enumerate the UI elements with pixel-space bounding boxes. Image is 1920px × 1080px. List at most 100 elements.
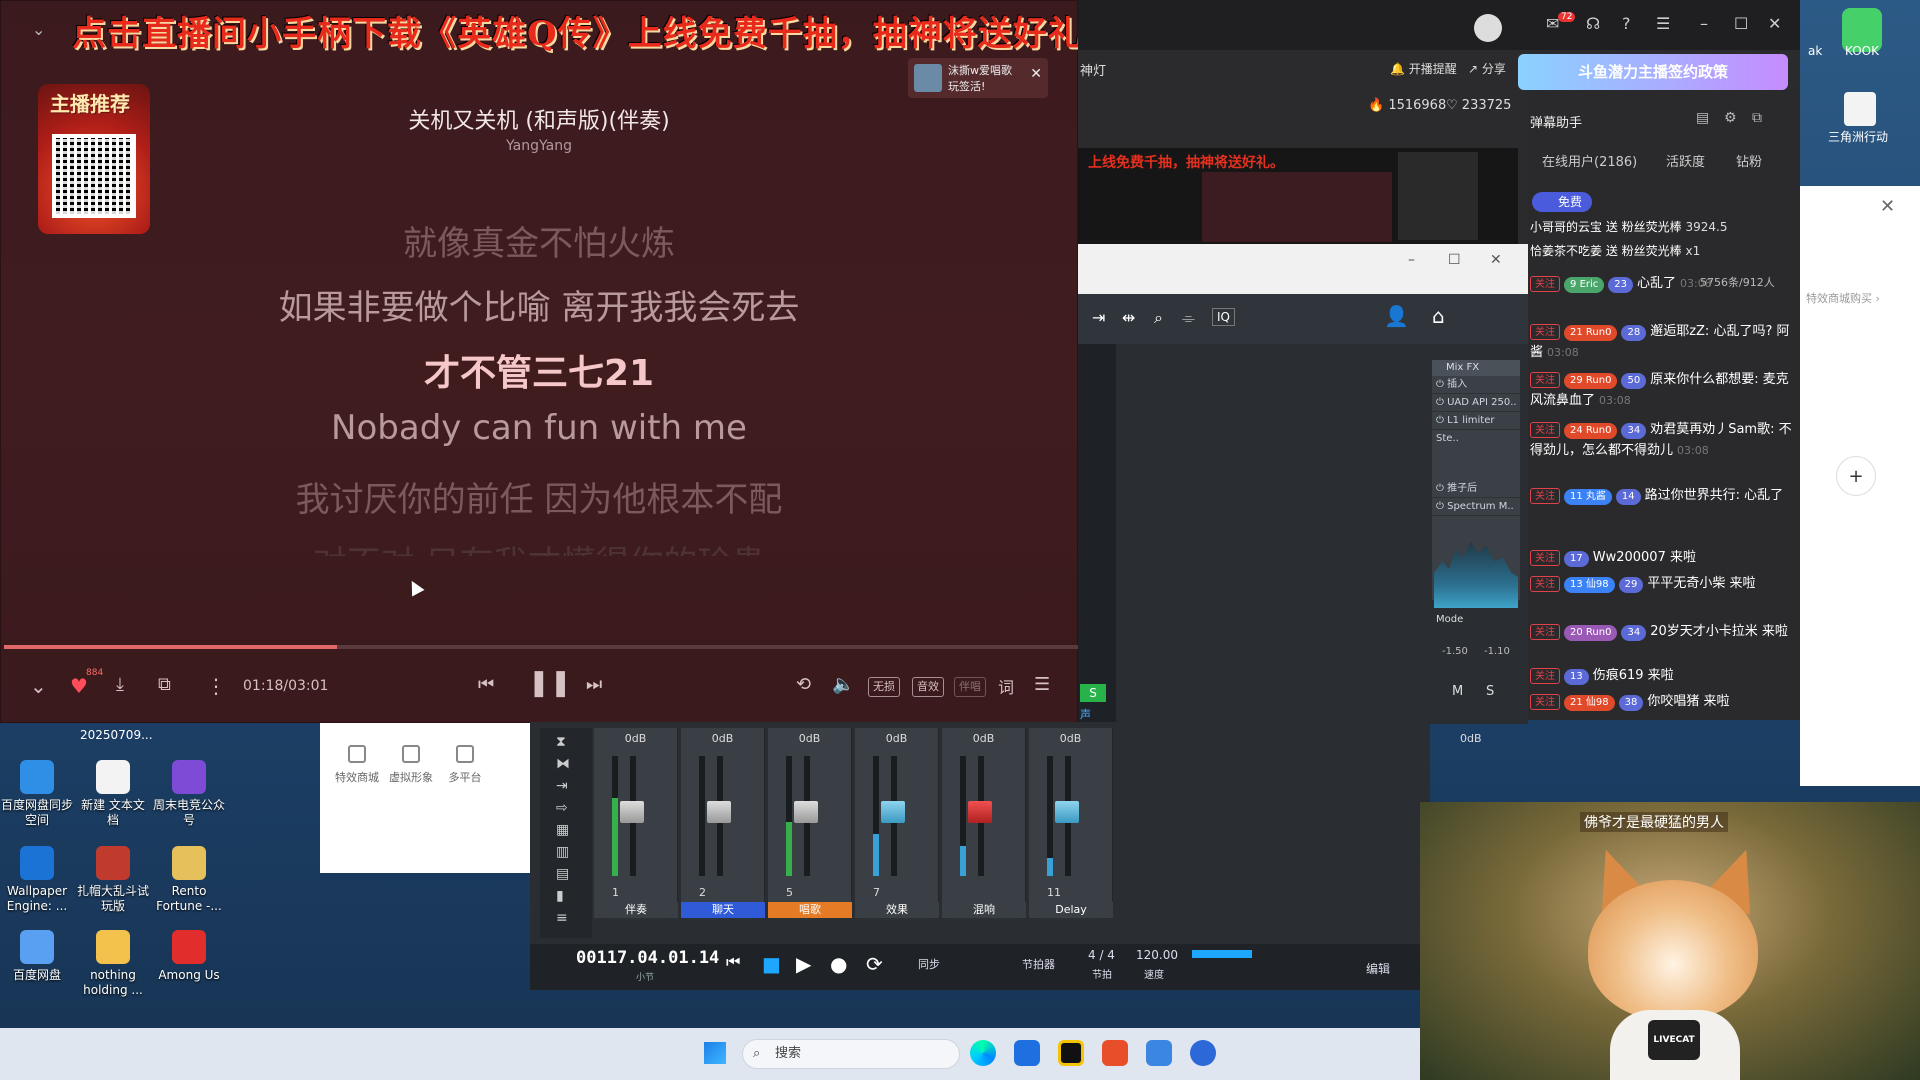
channel-fader[interactable] xyxy=(707,801,731,823)
channel-label[interactable]: 聊天 xyxy=(681,902,765,918)
backing-vocal-button[interactable]: 伴唱 xyxy=(954,677,986,697)
pan-left[interactable]: -1.50 xyxy=(1442,646,1468,657)
playlist-icon[interactable]: ☰ xyxy=(1034,674,1050,695)
desktop-icon[interactable]: 扎帽大乱斗试玩版 xyxy=(76,846,150,914)
desktop-icon[interactable]: 周末电竞公众号 xyxy=(152,760,226,828)
menu-icon[interactable]: ☰ xyxy=(1656,14,1670,33)
notify-toast[interactable]: 沫撕w爱唱歌 玩签活! ✕ xyxy=(908,58,1048,98)
share-icon[interactable]: ⧉ xyxy=(158,674,171,695)
daw-close-icon[interactable]: ✕ xyxy=(1490,252,1502,268)
lyric-toggle[interactable]: 词 xyxy=(998,674,1014,698)
tab-online-users[interactable]: 在线用户(2186) xyxy=(1542,151,1637,170)
desktop-icon[interactable]: 百度网盘同步空间 xyxy=(0,760,74,828)
post-header[interactable]: ⏻ 推子后 xyxy=(1432,480,1520,498)
loop-icon[interactable]: ⟲ xyxy=(796,674,811,695)
tool-icon[interactable]: ⇨ xyxy=(556,800,568,816)
app-icon[interactable] xyxy=(1146,1040,1172,1066)
tool-icon[interactable]: ▮ xyxy=(556,888,564,904)
avatar[interactable] xyxy=(1474,14,1502,42)
metronome-label[interactable]: 节拍器 xyxy=(1022,956,1055,972)
edge-icon[interactable] xyxy=(970,1040,996,1066)
headset-icon[interactable]: ☊ xyxy=(1586,14,1600,33)
follow-button[interactable]: 关注 xyxy=(1530,576,1560,592)
follow-button[interactable]: 关注 xyxy=(1530,668,1560,684)
progress-bar[interactable] xyxy=(4,645,1078,649)
mute-button[interactable]: M xyxy=(1452,684,1463,699)
shop-multi-button[interactable]: 多平台 xyxy=(440,745,490,785)
minimize-icon[interactable]: – xyxy=(1700,14,1708,33)
tool-icon[interactable]: ▤ xyxy=(556,866,569,882)
sync-label[interactable]: 同步 xyxy=(918,956,940,972)
tool-icon[interactable]: ⧗ xyxy=(556,734,566,750)
post-slot[interactable]: ⏻ Spectrum M.. xyxy=(1432,498,1520,516)
app-icon[interactable] xyxy=(1102,1040,1128,1066)
collapse-chevron-icon[interactable]: ⌄ xyxy=(32,20,45,39)
tool-icon[interactable]: ≡ xyxy=(556,910,568,926)
desktop-icon[interactable]: Rento Fortune -... xyxy=(152,846,226,914)
collapse-player-icon[interactable]: ⌄ xyxy=(30,674,47,698)
chat-settings-icon[interactable]: ⚙ xyxy=(1724,110,1737,126)
lossless-button[interactable]: 无损 xyxy=(868,677,900,697)
daw-minimize-icon[interactable]: – xyxy=(1408,252,1415,268)
remind-button[interactable]: 🔔 开播提醒 xyxy=(1390,60,1457,77)
download-icon[interactable]: ⤓ xyxy=(116,674,124,695)
follow-button[interactable]: 关注 xyxy=(1530,372,1560,388)
channel-fader[interactable] xyxy=(794,801,818,823)
obs-icon[interactable] xyxy=(1058,1040,1084,1066)
follow-button[interactable]: 关注 xyxy=(1530,276,1560,292)
loop-transport-icon[interactable]: ⟳ xyxy=(866,952,883,976)
time-signature[interactable]: 4 / 4 xyxy=(1088,948,1115,962)
tab-activity[interactable]: 活跃度 xyxy=(1666,151,1705,170)
solo-active-button[interactable]: S xyxy=(1080,684,1106,702)
follow-button[interactable]: 关注 xyxy=(1530,324,1560,340)
transport-time-unit[interactable]: 小节 xyxy=(636,970,654,983)
kugou-icon[interactable] xyxy=(1190,1040,1216,1066)
insert-slot[interactable]: ⏻ L1 limiter Ste.. xyxy=(1432,412,1520,444)
desktop-icon[interactable]: Among Us xyxy=(152,930,226,983)
transport-time[interactable]: 00117.04.01.14 xyxy=(576,948,719,968)
close-icon[interactable]: ✕ xyxy=(1030,66,1042,82)
popup-close-icon[interactable]: ✕ xyxy=(1880,196,1895,217)
toolbar-range-icon[interactable]: ⇹ xyxy=(1122,308,1135,327)
previous-icon[interactable]: ⏮ xyxy=(478,674,494,695)
delta-force-icon[interactable] xyxy=(1844,92,1876,126)
channel-label[interactable]: 唱歌 xyxy=(768,902,852,918)
desktop-icon[interactable]: 百度网盘 xyxy=(0,930,74,983)
follow-button[interactable]: 关注 xyxy=(1530,550,1560,566)
desktop-icon[interactable]: nothing holding ... xyxy=(76,930,150,998)
insert-slot[interactable]: ⏻ UAD API 250.. xyxy=(1432,394,1520,412)
desktop-icon[interactable]: 新建 文本文档 xyxy=(76,760,150,828)
channel-fader[interactable] xyxy=(620,801,644,823)
daw-maximize-icon[interactable]: ☐ xyxy=(1448,252,1461,268)
help-icon[interactable]: ? xyxy=(1622,14,1631,33)
popup-link[interactable]: 特效商城购买 › xyxy=(1806,290,1880,306)
user-icon[interactable]: 👤 xyxy=(1384,304,1409,328)
home-icon[interactable]: ⌂ xyxy=(1432,304,1445,328)
record-icon[interactable]: ● xyxy=(830,952,847,976)
tool-icon[interactable]: ⧓ xyxy=(556,756,570,772)
solo-button[interactable]: S xyxy=(1486,684,1494,699)
channel-label[interactable]: 混响 xyxy=(942,902,1026,918)
volume-icon[interactable]: 🔈 xyxy=(832,674,854,695)
channel-label[interactable]: 效果 xyxy=(855,902,939,918)
follow-button[interactable]: 关注 xyxy=(1530,694,1560,710)
channel-fader[interactable] xyxy=(881,801,905,823)
free-badge[interactable]: 免费 xyxy=(1532,192,1593,212)
effect-button[interactable]: 音效 xyxy=(912,677,944,697)
maximize-icon[interactable]: ☐ xyxy=(1734,14,1748,33)
chat-popout-icon[interactable]: ⧉ xyxy=(1752,110,1762,126)
toolbar-tool-icon[interactable]: ⇥ xyxy=(1092,308,1105,327)
toolbar-iq-icon[interactable]: IQ xyxy=(1212,308,1235,326)
tool-icon[interactable]: ⇥ xyxy=(556,778,568,794)
taskbar-search[interactable]: ⌕ 搜索 xyxy=(742,1039,960,1069)
toolbar-tune-icon[interactable]: ⌯ xyxy=(1182,308,1195,328)
promo-banner[interactable]: 斗鱼潜力主播签约政策 xyxy=(1518,54,1788,90)
tool-icon[interactable]: ▦ xyxy=(556,822,569,838)
shop-effects-button[interactable]: 特效商城 xyxy=(332,745,382,785)
shop-avatar-button[interactable]: 虚拟形象 xyxy=(386,745,436,785)
start-icon[interactable] xyxy=(704,1042,726,1064)
follow-button[interactable]: 关注 xyxy=(1530,624,1560,640)
app-icon[interactable] xyxy=(1014,1040,1040,1066)
insert-header[interactable]: ⏻ 插入 xyxy=(1432,376,1520,394)
next-icon[interactable]: ⏭ xyxy=(586,674,602,695)
